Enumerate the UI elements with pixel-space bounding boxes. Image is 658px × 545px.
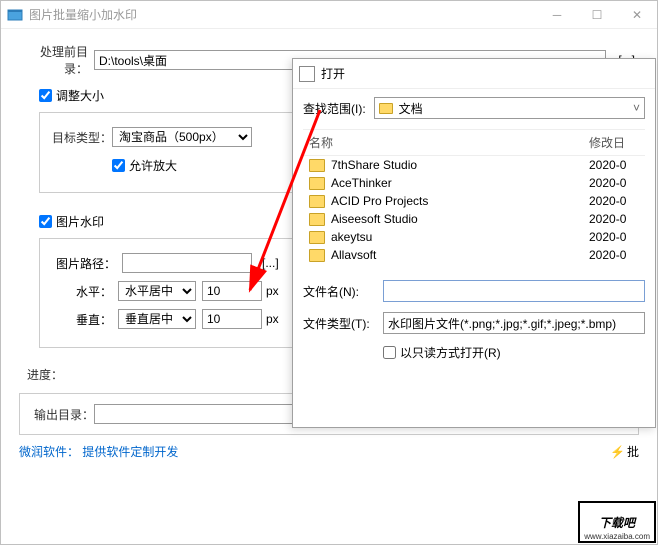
file-row[interactable]: Aiseesoft Studio2020-0 [303, 210, 645, 228]
filename-input[interactable] [383, 280, 645, 302]
file-name: ACID Pro Projects [331, 194, 589, 208]
filetype-combo[interactable]: 水印图片文件(*.png;*.jpg;*.gif;*.jpeg;*.bmp) [383, 312, 645, 334]
file-row[interactable]: AceThinker2020-0 [303, 174, 645, 192]
file-date: 2020-0 [589, 194, 645, 208]
file-date: 2020-0 [589, 248, 645, 262]
lightning-icon: ⚡ [610, 445, 625, 459]
chevron-down-icon: ˅ [633, 101, 640, 115]
folder-icon [309, 249, 325, 262]
dialog-icon [299, 66, 315, 82]
window-title: 图片批量缩小加水印 [29, 6, 537, 23]
titlebar: 图片批量缩小加水印 ─ ☐ ✕ [1, 1, 657, 29]
file-date: 2020-0 [589, 230, 645, 244]
readonly-checkbox[interactable] [383, 346, 396, 359]
image-path-row: 图片路径： [...] [52, 253, 286, 273]
vertical-label: 垂直： [72, 311, 118, 328]
file-name: Aiseesoft Studio [331, 212, 589, 226]
dialog-bottom: 文件名(N): 文件类型(T): 水印图片文件(*.png;*.jpg;*.gi… [293, 272, 655, 369]
resize-checkbox[interactable] [39, 89, 52, 102]
vertical-align-select[interactable]: 垂直居中 [118, 309, 196, 329]
file-name: 7thShare Studio [331, 158, 589, 172]
footer-link-row: 微润软件： 提供软件定制开发 ⚡批 [19, 443, 639, 460]
folder-icon [309, 195, 325, 208]
file-list: 名称 修改日 7thShare Studio2020-0AceThinker20… [303, 129, 645, 264]
file-date: 2020-0 [589, 176, 645, 190]
window-controls: ─ ☐ ✕ [537, 1, 657, 29]
image-path-label: 图片路径： [52, 255, 122, 272]
resize-label: 调整大小 [56, 87, 104, 104]
lookin-value: 文档 [399, 100, 423, 117]
link-prefix: 微润软件： [19, 445, 79, 459]
readonly-row: 以只读方式打开(R) [383, 344, 645, 361]
allow-enlarge-row: 允许放大 [112, 157, 286, 174]
file-name: AceThinker [331, 176, 589, 190]
file-row[interactable]: ACID Pro Projects2020-0 [303, 192, 645, 210]
watermark-fieldset: 图片路径： [...] 水平： 水平居中 px 垂直： 垂直居中 px [39, 238, 299, 348]
minimize-button[interactable]: ─ [537, 1, 577, 29]
horizontal-row: 水平： 水平居中 px [52, 281, 286, 301]
image-path-input[interactable] [122, 253, 252, 273]
lookin-combo[interactable]: 文档 ˅ [374, 97, 645, 119]
target-type-select[interactable]: 淘宝商品（500px） [112, 127, 252, 147]
horizontal-align-select[interactable]: 水平居中 [118, 281, 196, 301]
filetype-label: 文件类型(T): [303, 315, 383, 332]
filename-row: 文件名(N): [303, 280, 645, 302]
vertical-unit: px [266, 312, 279, 326]
column-date[interactable]: 修改日 [589, 134, 645, 151]
target-type-label: 目标类型： [52, 129, 112, 146]
file-row[interactable]: 7thShare Studio2020-0 [303, 156, 645, 174]
horizontal-offset-input[interactable] [202, 281, 262, 301]
filename-label: 文件名(N): [303, 283, 383, 300]
allow-enlarge-checkbox[interactable] [112, 159, 125, 172]
dialog-body: 查找范围(I): 文档 ˅ 名称 修改日 7thShare Studio2020… [293, 89, 655, 272]
file-name: akeytsu [331, 230, 589, 244]
column-name[interactable]: 名称 [303, 134, 589, 151]
image-path-browse-button[interactable]: [...] [258, 256, 283, 270]
file-list-header: 名称 修改日 [303, 130, 645, 156]
app-icon [7, 7, 23, 23]
readonly-label: 以只读方式打开(R) [400, 344, 501, 361]
watermark-label: 图片水印 [56, 213, 104, 230]
folder-icon [379, 103, 393, 114]
file-row[interactable]: akeytsu2020-0 [303, 228, 645, 246]
open-file-dialog: 打开 查找范围(I): 文档 ˅ 名称 修改日 7thShare Studio2… [292, 58, 656, 428]
resize-fieldset: 目标类型： 淘宝商品（500px） 允许放大 [39, 112, 299, 193]
allow-enlarge-label: 允许放大 [129, 157, 177, 174]
file-name: Allavsoft [331, 248, 589, 262]
maximize-button[interactable]: ☐ [577, 1, 617, 29]
horizontal-label: 水平： [72, 283, 118, 300]
source-dir-label: 处理前目录： [19, 43, 94, 77]
batch-label: 批 [627, 445, 639, 459]
folder-icon [309, 231, 325, 244]
output-dir-label: 输出目录： [28, 406, 94, 423]
horizontal-unit: px [266, 284, 279, 298]
watermark-checkbox[interactable] [39, 215, 52, 228]
dialog-title: 打开 [321, 65, 345, 82]
folder-icon [309, 159, 325, 172]
folder-icon [309, 177, 325, 190]
site-url: www.xiazaiba.com [584, 532, 650, 541]
lookin-row: 查找范围(I): 文档 ˅ [303, 97, 645, 119]
dialog-titlebar: 打开 [293, 59, 655, 89]
lookin-label: 查找范围(I): [303, 100, 366, 117]
filetype-row: 文件类型(T): 水印图片文件(*.png;*.jpg;*.gif;*.jpeg… [303, 312, 645, 334]
filetype-value: 水印图片文件(*.png;*.jpg;*.gif;*.jpeg;*.bmp) [388, 315, 616, 332]
file-date: 2020-0 [589, 158, 645, 172]
file-date: 2020-0 [589, 212, 645, 226]
vertical-offset-input[interactable] [202, 309, 262, 329]
close-button[interactable]: ✕ [617, 1, 657, 29]
folder-icon [309, 213, 325, 226]
progress-label: 进度： [19, 366, 63, 383]
file-row[interactable]: Allavsoft2020-0 [303, 246, 645, 264]
vertical-row: 垂直： 垂直居中 px [52, 309, 286, 329]
target-type-row: 目标类型： 淘宝商品（500px） [52, 127, 286, 147]
custom-dev-link[interactable]: 提供软件定制开发 [82, 445, 178, 459]
